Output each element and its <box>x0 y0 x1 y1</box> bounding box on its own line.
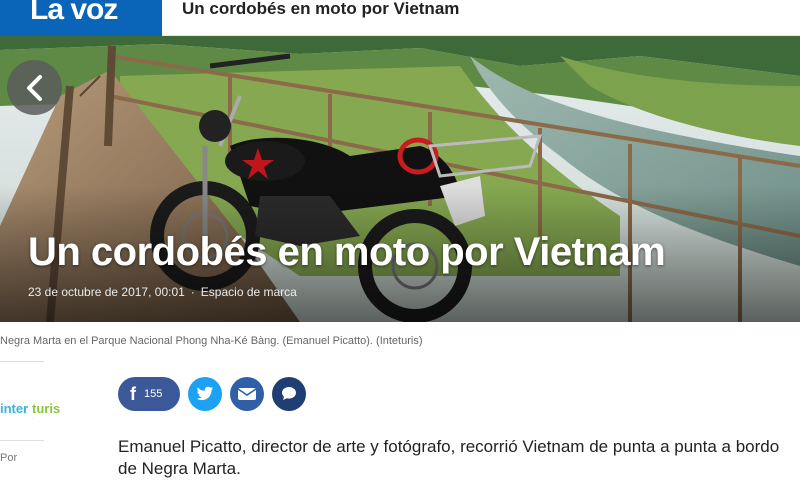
publish-date: 23 de octubre de 2017, 00:01 <box>28 285 185 299</box>
svg-text:.: . <box>32 415 33 420</box>
share-bar: f 155 <box>118 377 306 411</box>
prev-image-button[interactable] <box>7 60 62 115</box>
mail-share-button[interactable] <box>230 377 264 411</box>
facebook-icon: f <box>130 383 136 404</box>
sidebar-divider <box>0 440 44 441</box>
svg-text:inter: inter <box>0 401 28 416</box>
sponsor-logo[interactable]: inter turis . <box>0 400 66 420</box>
meta-separator: · <box>190 285 195 299</box>
twitter-icon <box>196 386 214 401</box>
topbar-article-title: Un cordobés en moto por Vietnam <box>182 0 460 18</box>
site-logo[interactable]: La voz <box>0 0 162 36</box>
twitter-share-button[interactable] <box>188 377 222 411</box>
top-bar: La voz Un cordobés en moto por Vietnam <box>0 0 800 36</box>
section-label[interactable]: Espacio de marca <box>201 285 297 299</box>
article-lead: Emanuel Picatto, director de arte y fotó… <box>118 437 780 478</box>
byline-prefix: Por <box>0 452 18 464</box>
article-headline: Un cordobés en moto por Vietnam <box>28 230 666 274</box>
facebook-share-count: 155 <box>144 388 163 400</box>
hero-image: Un cordobés en moto por Vietnam 23 de oc… <box>0 36 800 322</box>
mail-icon <box>237 388 257 400</box>
facebook-share-button[interactable]: f 155 <box>118 377 180 411</box>
sidebar-divider <box>0 361 44 362</box>
article-meta: 23 de octubre de 2017, 00:01 · Espacio de … <box>28 285 297 299</box>
comments-button[interactable] <box>272 377 306 411</box>
chevron-left-icon <box>26 74 42 101</box>
comment-icon <box>282 387 296 400</box>
svg-text:turis: turis <box>32 401 60 416</box>
photo-caption: Negra Marta en el Parque Nacional Phong … <box>0 335 423 347</box>
